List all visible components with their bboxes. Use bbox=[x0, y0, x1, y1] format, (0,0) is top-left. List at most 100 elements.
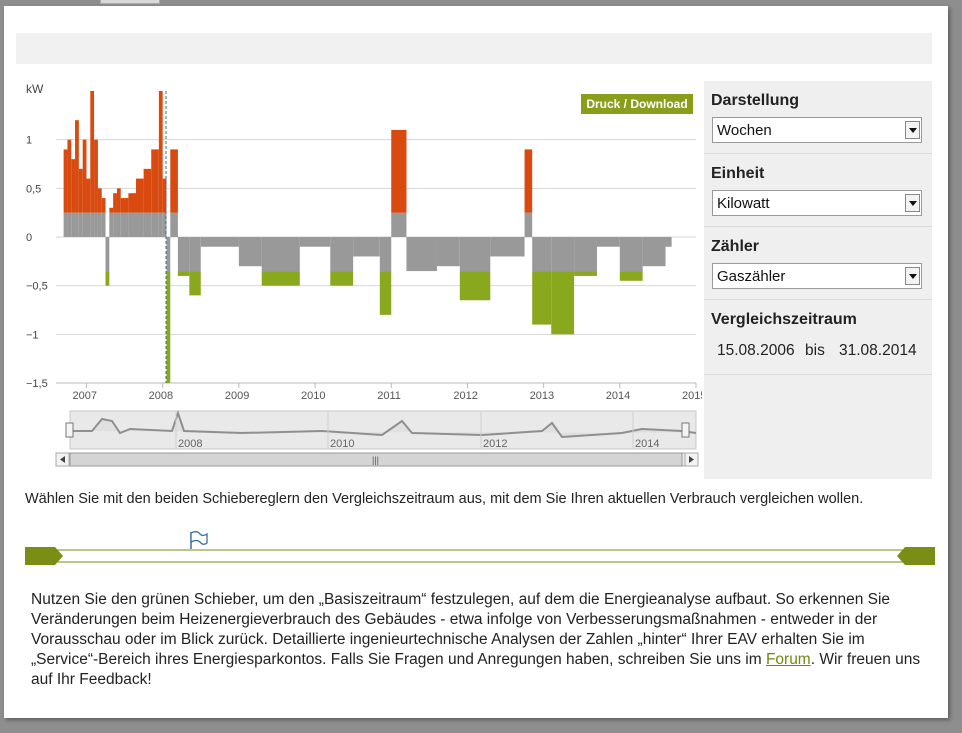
darstellung-value: Wochen bbox=[717, 122, 772, 139]
bar-below bbox=[379, 271, 392, 315]
bar-below bbox=[551, 271, 575, 335]
bar-neg bbox=[619, 237, 643, 272]
forum-link[interactable]: Forum bbox=[766, 651, 811, 668]
einheit-label: Einheit bbox=[711, 165, 765, 182]
einheit-select[interactable]: Kilowatt bbox=[712, 190, 922, 216]
zaehler-value: Gaszähler bbox=[717, 268, 786, 285]
y-tick-label: −0,5 bbox=[26, 281, 48, 293]
bar-above bbox=[170, 149, 178, 213]
header-bar bbox=[16, 33, 932, 64]
date-to[interactable]: 31.08.2014 bbox=[839, 342, 917, 360]
bar-neg bbox=[436, 237, 460, 267]
x-tick-label: 2008 bbox=[149, 390, 173, 402]
bar-neg bbox=[330, 237, 354, 272]
bar-base bbox=[136, 212, 144, 237]
bar-base bbox=[101, 212, 106, 237]
bar-below bbox=[574, 271, 597, 276]
bar-above bbox=[151, 149, 159, 213]
settings-panel: Darstellung Wochen Einheit Kilowatt Zähl… bbox=[704, 81, 932, 479]
bar-neg bbox=[406, 237, 437, 272]
chevron-down-icon[interactable] bbox=[905, 267, 920, 285]
bar-above bbox=[94, 139, 98, 213]
bar-neg bbox=[596, 237, 620, 247]
bar-above bbox=[120, 198, 129, 213]
zaehler-group: Zähler Gaszähler bbox=[704, 227, 932, 300]
bar-base bbox=[94, 212, 98, 237]
bar-base bbox=[67, 212, 72, 237]
x-axis-labels: 2007 2008 2009 2010 2011 2012 2013 2014 2015 bbox=[72, 383, 702, 402]
y-tick-label: −1 bbox=[26, 329, 39, 341]
bar-base bbox=[86, 212, 91, 237]
bar-neg bbox=[200, 237, 239, 247]
slider-handle-right[interactable] bbox=[897, 547, 935, 565]
bar-above bbox=[67, 139, 72, 213]
bar-above bbox=[143, 168, 152, 213]
bar-base bbox=[143, 212, 152, 237]
y-tick-label: 1 bbox=[26, 135, 32, 147]
bar-neg bbox=[532, 237, 552, 272]
bar-base bbox=[116, 212, 121, 237]
bar-base bbox=[75, 212, 79, 237]
zaehler-label: Zähler bbox=[711, 238, 760, 255]
x-tick-label: 2015 bbox=[682, 390, 702, 402]
navigator-handle-right[interactable] bbox=[681, 422, 690, 438]
bar-neg bbox=[166, 237, 171, 272]
bar-base bbox=[90, 212, 95, 237]
print-download-button[interactable]: Druck / Download bbox=[581, 94, 693, 114]
navigator-handle-left[interactable] bbox=[65, 422, 74, 438]
bar-above bbox=[86, 178, 91, 213]
x-tick-label: 2010 bbox=[301, 390, 325, 402]
bar-base bbox=[63, 212, 68, 237]
bar-base bbox=[120, 212, 129, 237]
bar-neg bbox=[299, 237, 331, 247]
bar-above bbox=[524, 149, 533, 213]
bar-base bbox=[78, 212, 83, 237]
bar-above bbox=[63, 149, 68, 213]
zaehler-select[interactable]: Gaszähler bbox=[712, 263, 922, 289]
bar-below bbox=[532, 271, 552, 325]
bar-above bbox=[90, 91, 95, 213]
vergleich-label: Vergleichszeitraum bbox=[711, 311, 857, 328]
einheit-group: Einheit Kilowatt bbox=[704, 154, 932, 227]
bar-base bbox=[524, 212, 533, 237]
chevron-down-icon[interactable] bbox=[905, 194, 920, 212]
date-from[interactable]: 15.08.2006 bbox=[717, 342, 795, 360]
bar-base bbox=[97, 212, 102, 237]
bar-above bbox=[136, 178, 144, 213]
bar-above bbox=[113, 193, 117, 213]
bar-below bbox=[189, 271, 201, 296]
bar-neg bbox=[551, 237, 575, 272]
chart-bars bbox=[63, 91, 672, 383]
slider-handle-left[interactable] bbox=[25, 547, 63, 565]
bar-below bbox=[459, 271, 491, 301]
navigator-tick-label: 2008 bbox=[178, 438, 202, 450]
x-tick-label: 2012 bbox=[453, 390, 477, 402]
y-tick-label: −1,5 bbox=[26, 378, 48, 390]
bar-neg bbox=[261, 237, 300, 272]
bar-below bbox=[619, 271, 643, 281]
info-text: Nutzen Sie den grünen Schieber, um den „… bbox=[31, 591, 891, 668]
tab-stub[interactable] bbox=[100, 0, 160, 4]
bar-above bbox=[75, 120, 79, 213]
bar-base bbox=[109, 212, 114, 237]
bar-neg bbox=[665, 237, 672, 247]
base-period-slider[interactable] bbox=[25, 546, 935, 566]
x-tick-label: 2014 bbox=[606, 390, 630, 402]
einheit-value: Kilowatt bbox=[717, 195, 770, 212]
chevron-down-icon[interactable] bbox=[905, 121, 920, 139]
darstellung-select[interactable]: Wochen bbox=[712, 117, 922, 143]
bar-below bbox=[105, 271, 110, 286]
bar-neg bbox=[189, 237, 201, 272]
bar-base bbox=[128, 212, 136, 237]
y-unit-label: kW bbox=[26, 82, 44, 96]
darstellung-label: Darstellung bbox=[711, 92, 800, 109]
bar-below bbox=[166, 271, 171, 383]
bar-above bbox=[158, 91, 163, 213]
bar-neg bbox=[105, 237, 110, 272]
bar-base bbox=[170, 212, 178, 237]
bar-above bbox=[101, 198, 106, 213]
bar-below bbox=[261, 271, 300, 286]
bar-base bbox=[158, 212, 163, 237]
y-tick-label: 0 bbox=[26, 232, 32, 244]
range-navigator[interactable]: 2008 2010 2012 2014 ||| bbox=[55, 409, 699, 467]
